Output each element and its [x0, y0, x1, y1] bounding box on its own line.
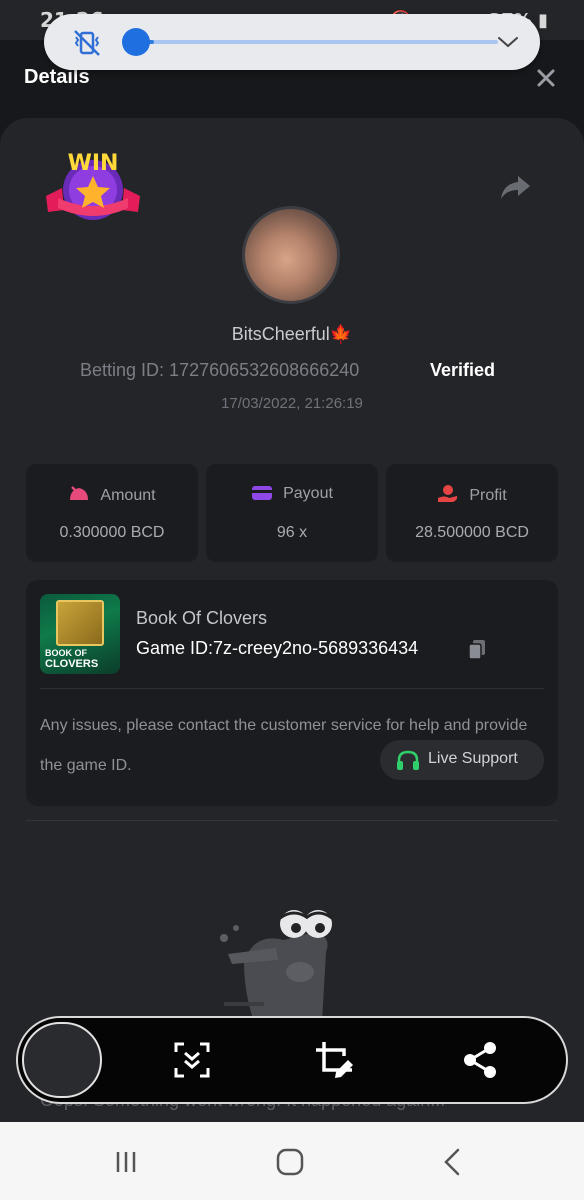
chevron-down-icon[interactable]	[496, 30, 520, 54]
home-icon[interactable]	[274, 1146, 306, 1178]
bet-datetime: 17/03/2022, 21:26:19	[221, 395, 363, 412]
stat-profit-value: 28.500000 BCD	[415, 524, 529, 541]
win-badge-logo: WIN	[46, 151, 140, 220]
bet-details-card: WIN BitsCheerful🍁 Betting ID: 1727606532…	[0, 118, 584, 1128]
amount-icon	[70, 486, 89, 500]
card-icon	[252, 486, 273, 500]
avatar	[242, 206, 340, 304]
crocodile-mascot-illustration	[220, 910, 333, 1022]
game-name: Book Of Clovers	[136, 608, 268, 628]
stat-profit: Profit 28.500000 BCD	[386, 464, 558, 562]
close-icon[interactable]	[534, 66, 558, 90]
divider	[40, 688, 544, 689]
vibrate-mute-icon[interactable]	[72, 28, 102, 58]
verified-badge: Verified	[430, 360, 496, 380]
copy-icon[interactable]	[466, 638, 488, 660]
screenshot-toolbar	[16, 1016, 568, 1104]
live-support-button[interactable]: Live Support	[380, 740, 544, 780]
stat-payout-value: 96 x	[276, 524, 308, 541]
volume-panel	[44, 14, 540, 70]
stat-amount-label: Amount	[100, 487, 156, 504]
volume-slider-knob[interactable]	[122, 28, 150, 56]
betting-id: Betting ID: 1727606532608666240	[80, 360, 360, 380]
volume-slider-track[interactable]	[136, 40, 498, 44]
crop-edit-icon[interactable]	[314, 1040, 354, 1080]
back-icon[interactable]	[438, 1146, 470, 1178]
thumb-title-line2: CLOVERS	[45, 658, 99, 670]
stat-profit-label: Profit	[469, 487, 507, 504]
system-navigation-bar	[0, 1122, 584, 1200]
game-id: Game ID:7z-creey2no-5689336434	[136, 638, 419, 658]
share-icon[interactable]	[460, 1040, 500, 1080]
username: BitsCheerful🍁	[231, 324, 353, 344]
divider	[26, 820, 558, 821]
game-thumbnail[interactable]: BOOK OF CLOVERS	[40, 594, 120, 674]
recent-apps-icon[interactable]	[110, 1146, 142, 1178]
stat-amount-value: 0.300000 BCD	[59, 524, 165, 541]
stat-payout: Payout 96 x	[206, 464, 378, 562]
game-info-box: BOOK OF CLOVERS Book Of Clovers Game ID:…	[26, 580, 558, 806]
stat-amount: Amount 0.300000 BCD	[26, 464, 198, 562]
live-support-label: Live Support	[428, 750, 518, 767]
book-icon	[56, 600, 104, 646]
scroll-capture-icon[interactable]	[172, 1040, 212, 1080]
thumb-title-line1: BOOK OF	[45, 648, 87, 658]
stat-payout-label: Payout	[283, 485, 333, 502]
screenshot-preview-thumbnail[interactable]	[22, 1022, 102, 1098]
svg-text:WIN: WIN	[68, 151, 119, 176]
headset-icon	[397, 750, 419, 770]
hand-coin-icon	[438, 485, 458, 502]
share-icon[interactable]	[498, 172, 532, 202]
